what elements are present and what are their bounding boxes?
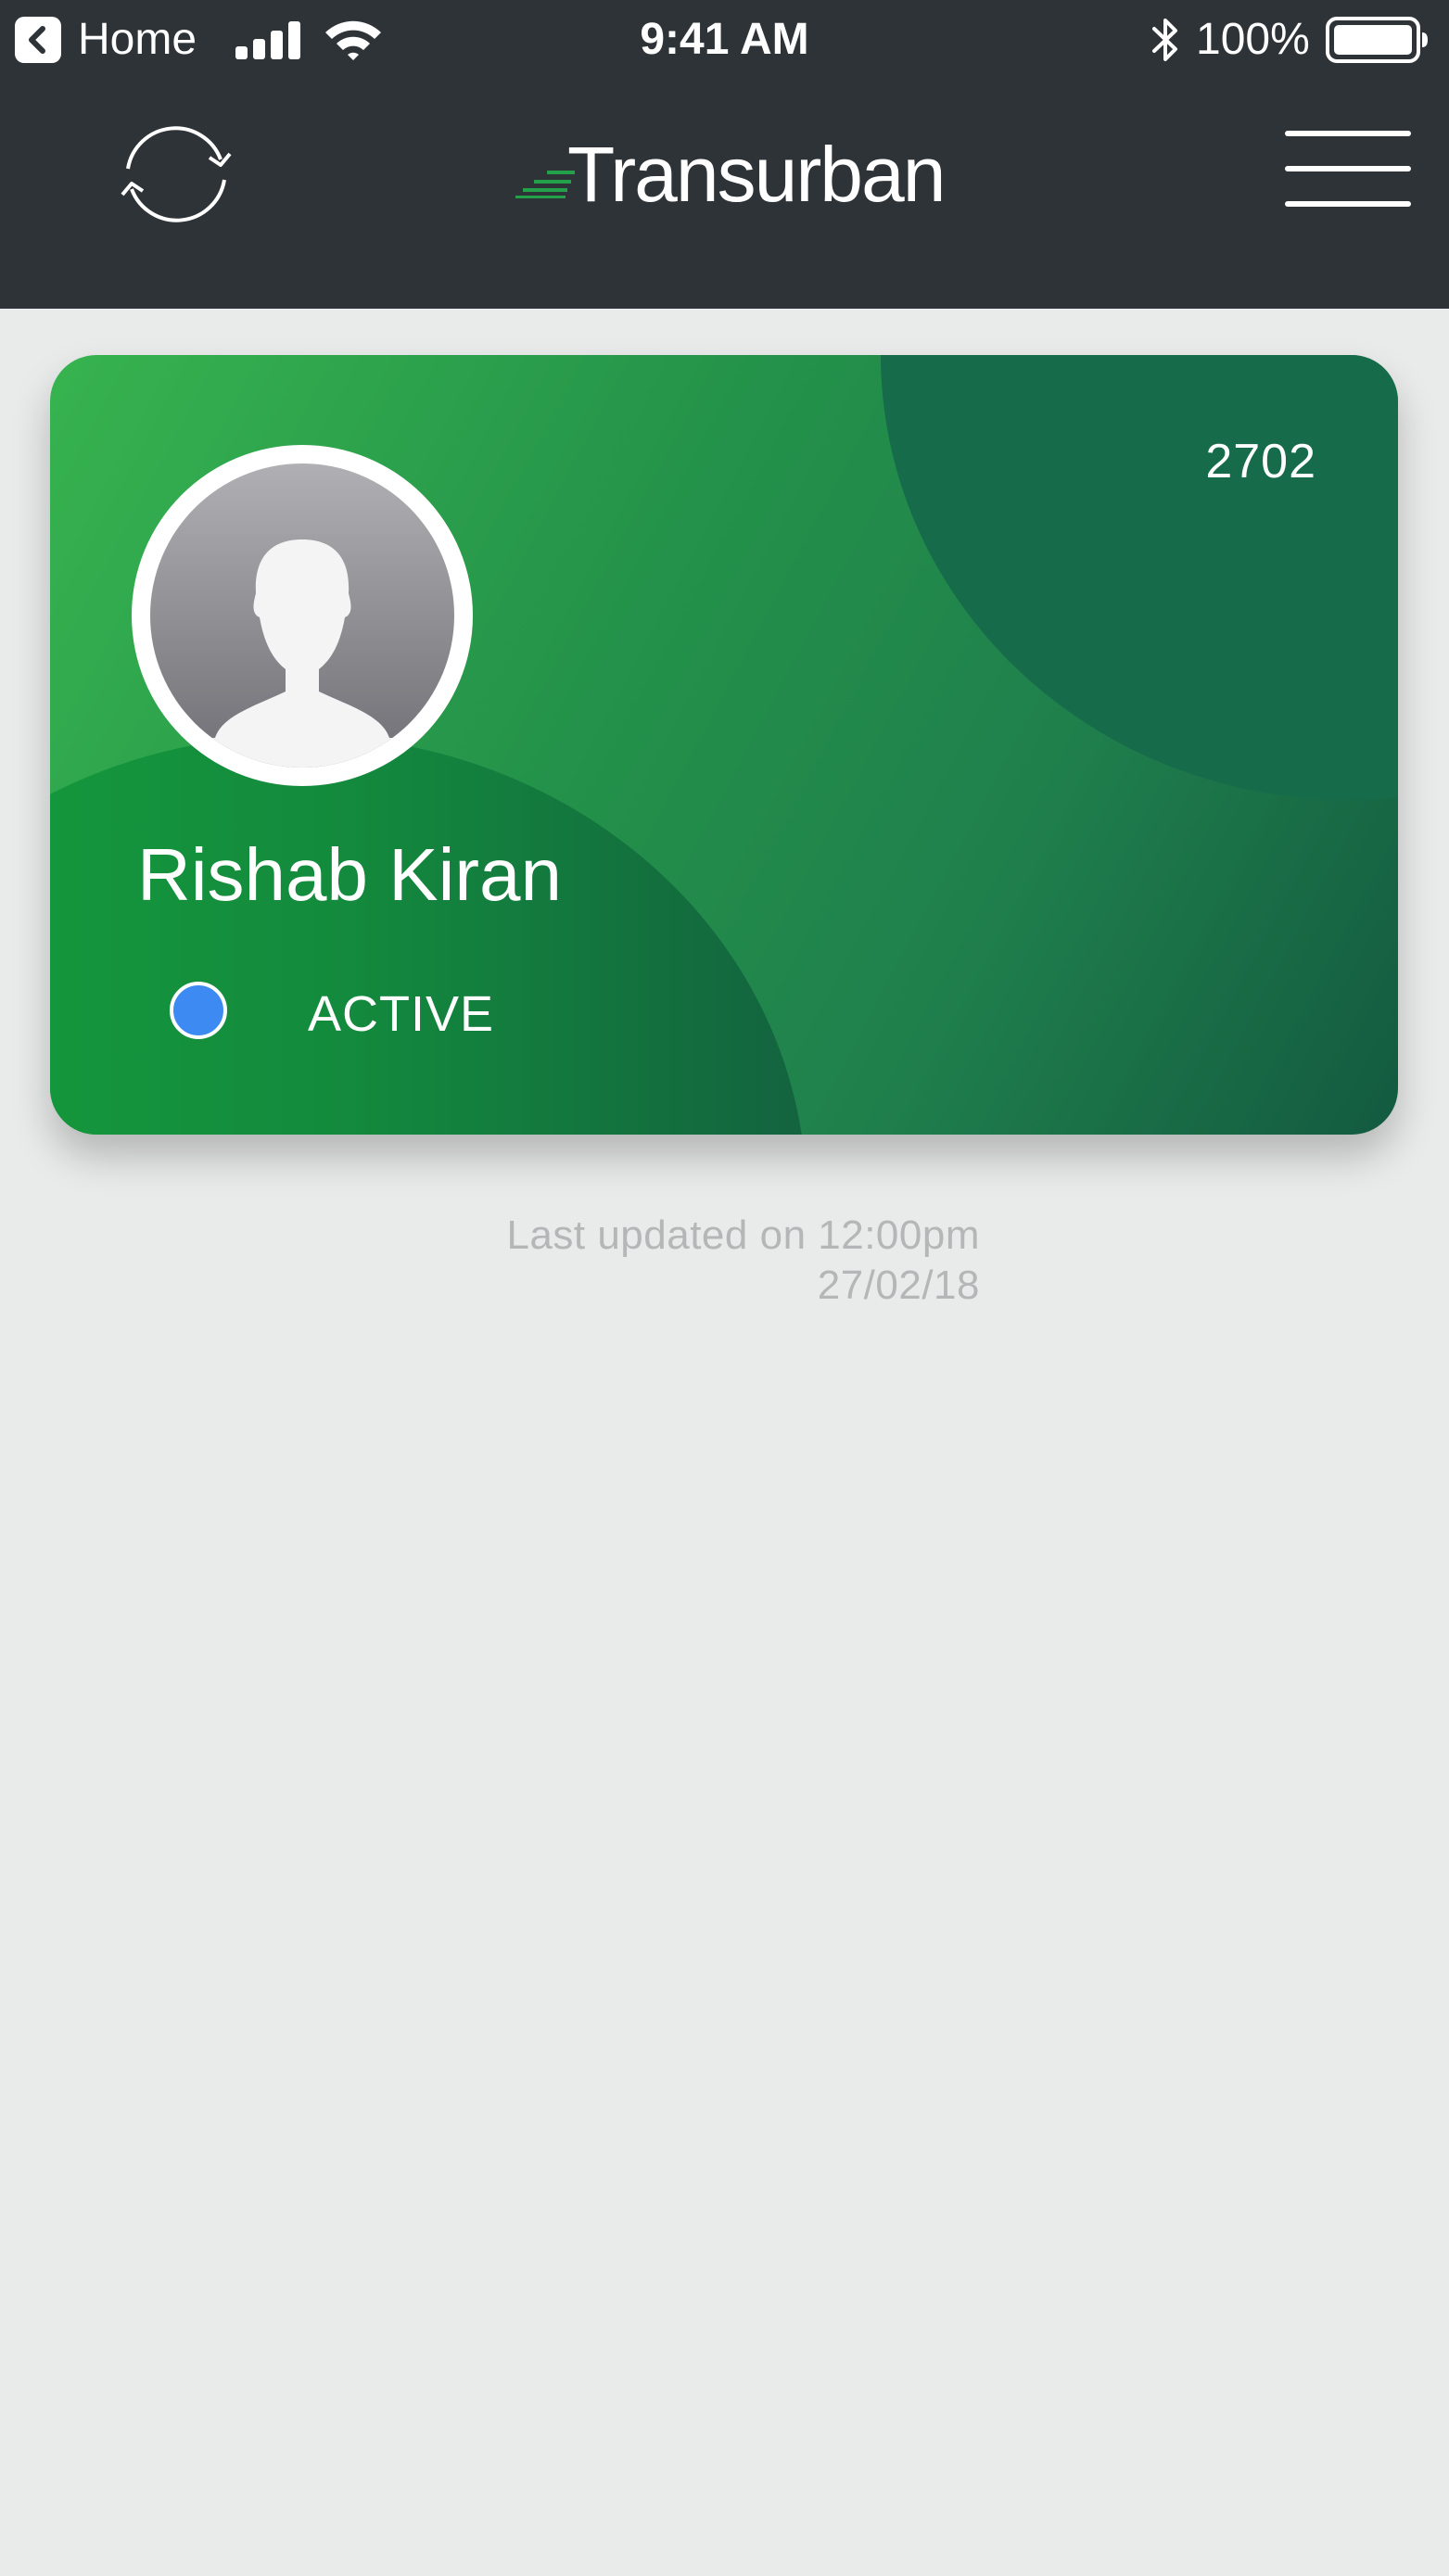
status-indicator-icon (170, 982, 227, 1039)
hamburger-menu-icon[interactable] (1285, 131, 1411, 207)
avatar-image (150, 463, 454, 768)
status-label: ACTIVE (308, 986, 495, 1042)
card-decoration-bottom-left (50, 735, 807, 1135)
account-card[interactable]: 2702 Rishab Kiran ACTIVE (50, 355, 1398, 1135)
transurban-logo: Transurban (515, 130, 946, 222)
card-number: 2702 (1205, 435, 1316, 489)
logo-text: Transurban (567, 131, 946, 218)
card-decoration-top-right (881, 355, 1398, 800)
battery-percentage: 100% (1196, 15, 1310, 64)
last-updated-line2: 27/02/18 (817, 1263, 980, 1308)
last-updated-text: Last updated on 12:00pm 27/02/18 (331, 1211, 980, 1311)
refresh-icon[interactable] (111, 117, 241, 232)
battery-icon (1326, 17, 1428, 63)
status-bar: Home 9:41 AM 100% (0, 0, 1449, 80)
bluetooth-icon (1152, 19, 1177, 61)
main-content: 2702 Rishab Kiran ACTIVE Last updated on… (0, 309, 1449, 2576)
app-header: Transurban (0, 80, 1449, 309)
card-holder-name: Rishab Kiran (137, 833, 563, 916)
avatar[interactable] (132, 445, 473, 786)
person-silhouette-icon (150, 539, 454, 768)
last-updated-line1: Last updated on 12:00pm (506, 1212, 980, 1258)
